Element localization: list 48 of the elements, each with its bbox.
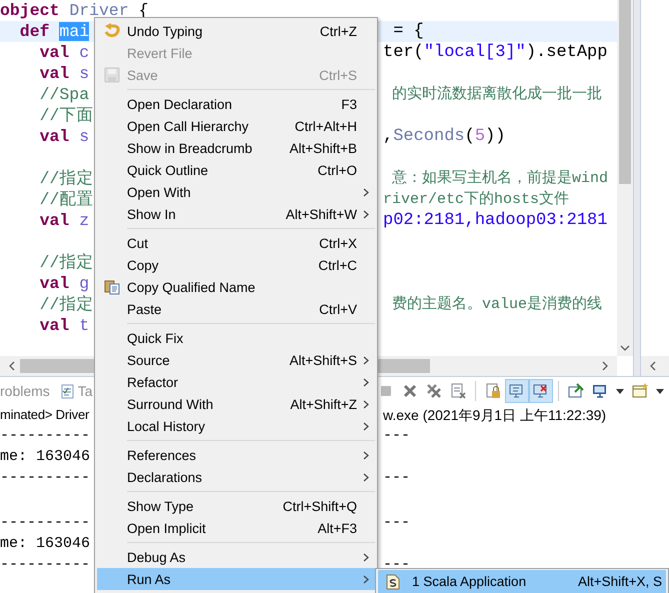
code-text: , [383,127,394,146]
code-text: //Spa [38,85,90,104]
code-text: g [78,274,90,293]
code-text: val [38,211,70,230]
process-label: minated> Driver [0,406,90,424]
console-text: me: 163046 [0,448,90,465]
code-text: ).setApp [526,43,608,62]
console-text: --- [383,556,410,573]
code-text: "local[3]" [424,43,526,62]
console-text: ---------- [0,556,90,573]
code-text: 意：如果写主机名，前提是wind [391,170,608,187]
console-text: --- [383,514,410,531]
console-text: --- [383,469,410,486]
code-text: c [78,43,90,62]
code-text: s [78,64,90,83]
code-text: 5 [474,127,486,146]
console-text: ---------- [0,514,90,531]
code-text: z [78,211,90,230]
code-text: val [38,316,70,335]
code-text: //配置 [38,190,94,209]
code-text: //指定 [38,253,94,272]
code-text: //指定 [38,169,94,188]
console-text: me: 163046 [0,535,90,552]
code-text: Seconds [393,127,465,146]
code-text: val [38,127,70,146]
code-text: val [38,43,70,62]
console-text: ---------- [0,469,90,486]
code-text: )) [485,127,506,146]
code-text: def [18,22,51,41]
code-text: //指定 [38,295,94,314]
code-text: object [0,1,60,20]
console-text: ---------- [0,427,90,444]
code-text: ter( [383,43,424,62]
code-text: 费的主题名。value是消费的线 [391,296,602,313]
console-text: --- [383,427,410,444]
process-path-text: w.exe (2021年9月1日 上午11:22:39) [383,406,606,425]
code-text: //下面 [38,106,94,125]
code-text: river/etc下的hosts文件 [383,191,570,208]
code-text: val [38,274,70,293]
code-text: val [38,64,70,83]
code-text: 的实时流数据离散化成一批一批 [391,86,602,103]
selected-text: mai [59,22,90,41]
code-text: s [78,127,90,146]
code-text: = { [392,22,424,41]
code-text: t [78,316,90,335]
code-text: ( [464,127,475,146]
code-text: p02:2181,hadoop03:2181 [383,211,608,230]
code-text: Driver [68,1,129,20]
